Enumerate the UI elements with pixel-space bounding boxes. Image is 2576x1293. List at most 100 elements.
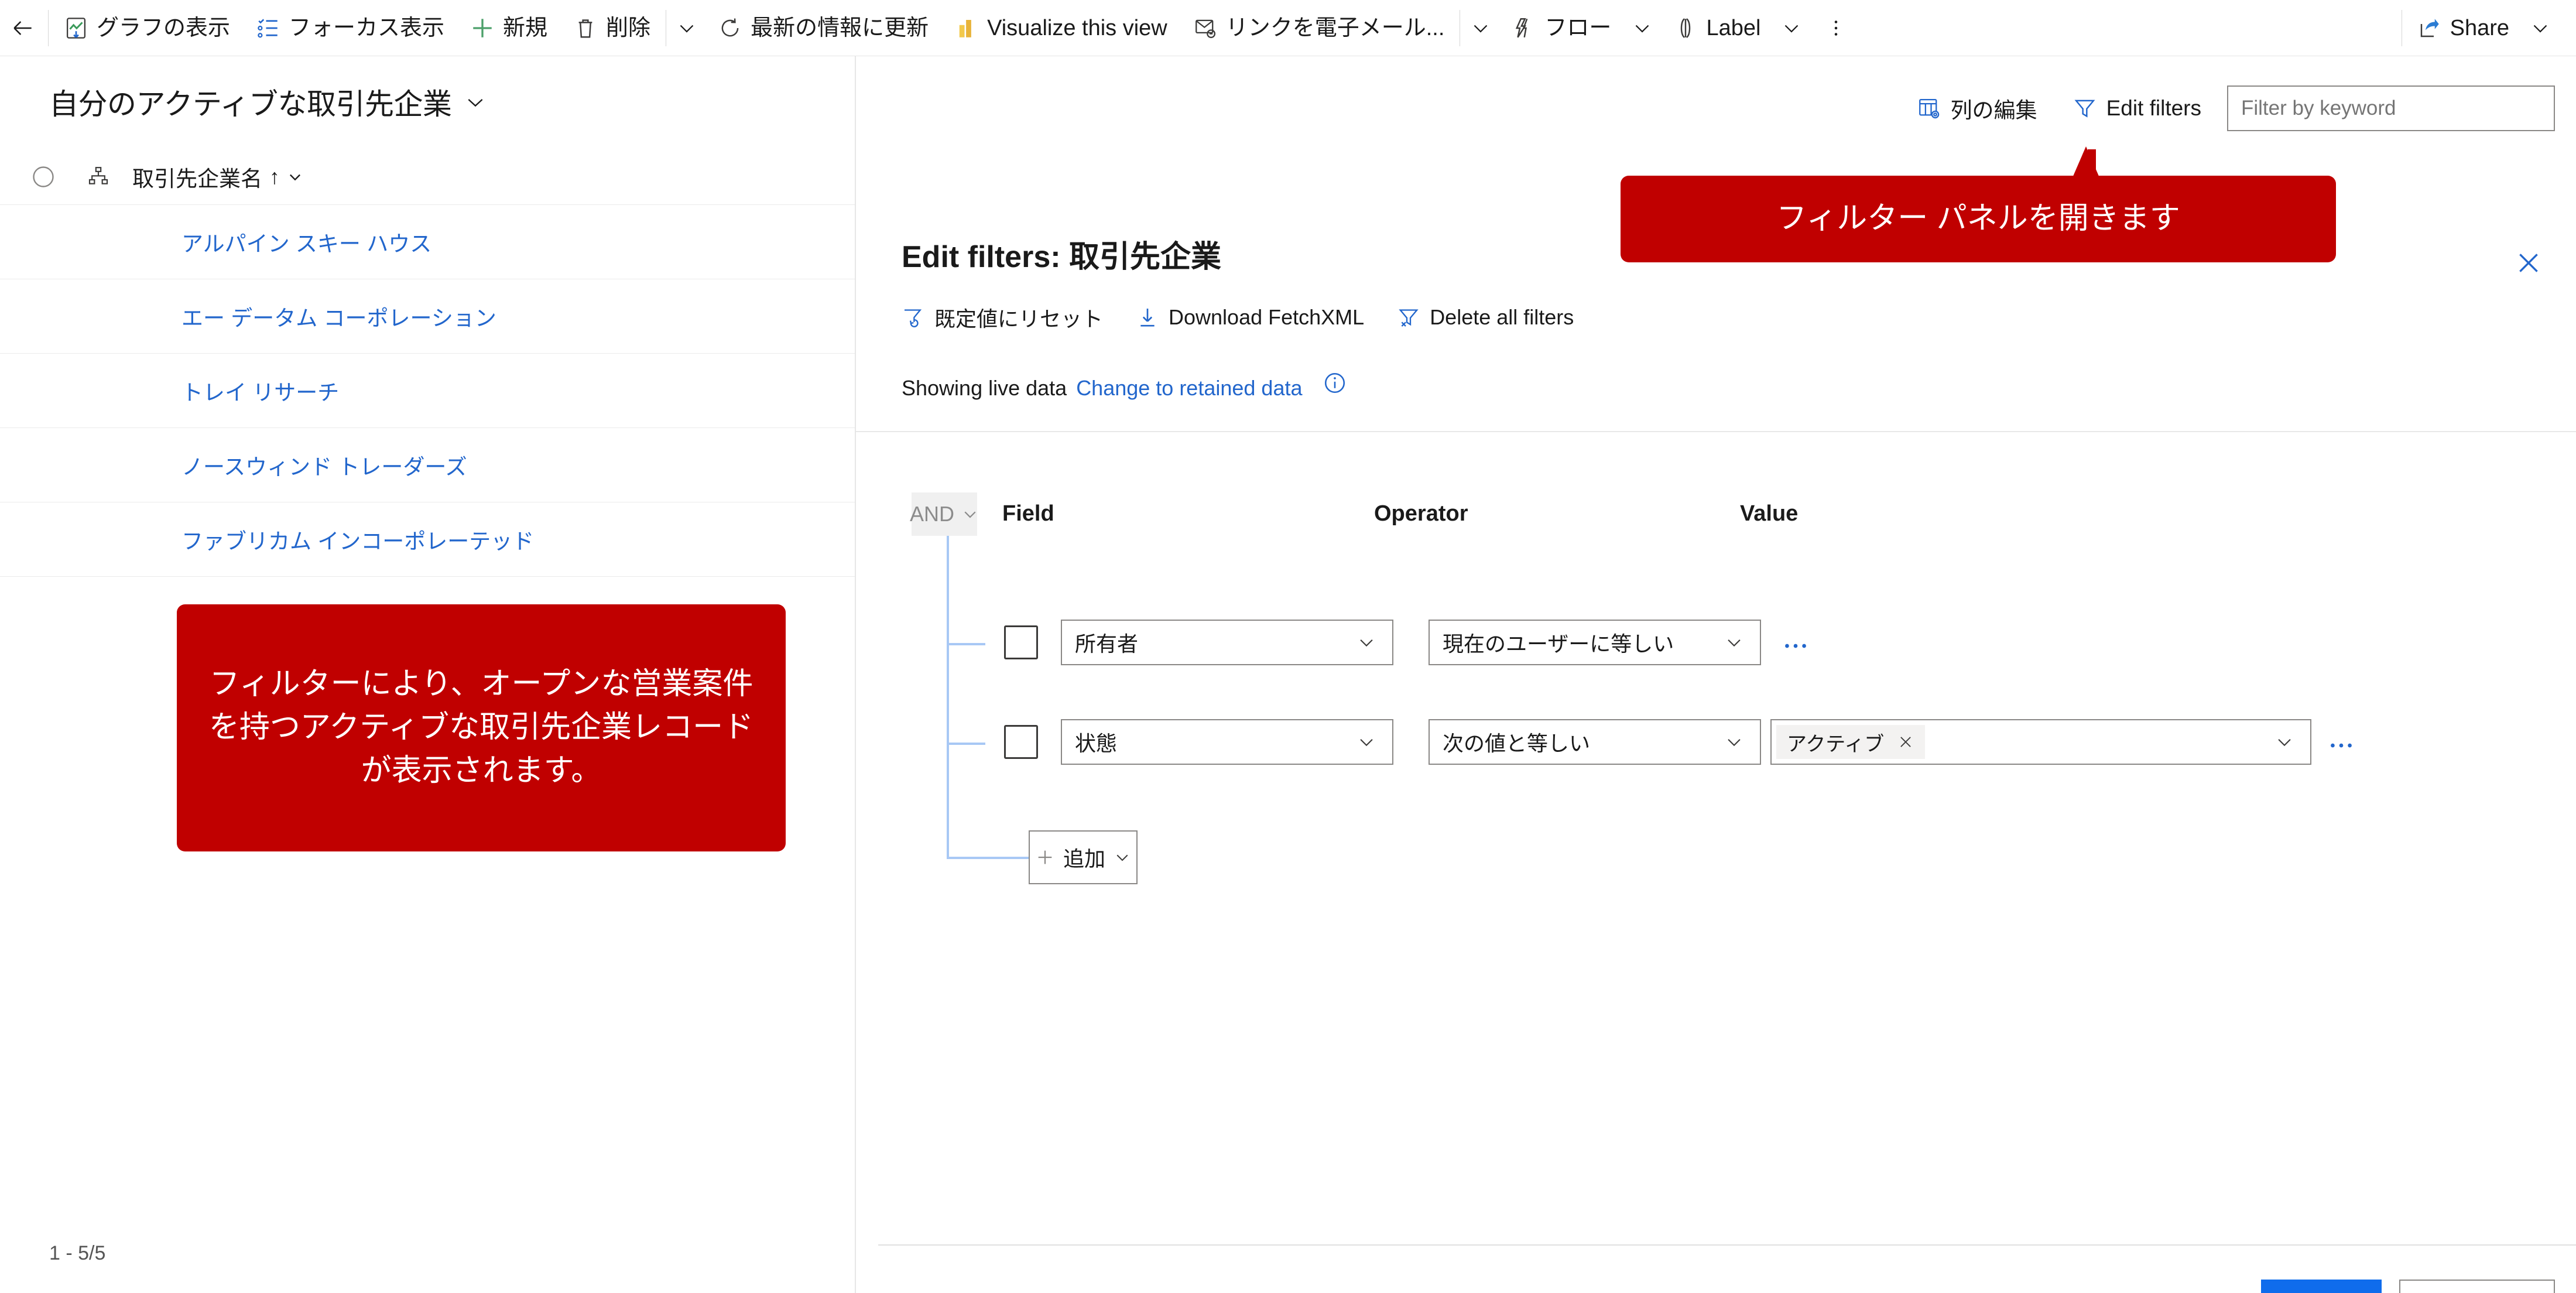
record-link[interactable]: アルパイン スキー ハウス: [181, 226, 431, 258]
add-filter-button[interactable]: 追加: [1029, 830, 1138, 884]
edit-columns-icon-svg: [1919, 98, 1939, 119]
share-icon-svg: [2420, 18, 2439, 37]
grid-header-row: 取引先企業名 ↑: [0, 149, 855, 205]
value-tag[interactable]: アクティブ: [1776, 725, 1926, 759]
table-row[interactable]: トレイ リサーチ: [0, 354, 855, 428]
table-row[interactable]: ファブリカム インコーポレーテッド: [0, 502, 855, 577]
command-refresh[interactable]: 最新の情報に更新: [705, 0, 941, 56]
record-link[interactable]: ノースウィンド トレーダーズ: [181, 449, 467, 481]
focused-view-icon-svg: [258, 18, 278, 37]
chevron-down-icon: [2533, 25, 2547, 33]
command-new[interactable]: 新規: [457, 0, 560, 56]
flow-icon: [1512, 16, 1536, 40]
table-row[interactable]: アルパイン スキー ハウス: [0, 205, 855, 279]
sensitivity-label-icon: [1673, 16, 1698, 40]
command-flow[interactable]: フロー: [1499, 0, 1624, 56]
filter-delete-icon: [1397, 306, 1420, 329]
command-new-label: 新規: [503, 15, 548, 40]
info-icon[interactable]: [1322, 370, 1348, 396]
divider: [856, 431, 2576, 432]
operator-dropdown[interactable]: 次の値と等しい: [1429, 719, 1761, 765]
delete-all-filters-button[interactable]: Delete all filters: [1397, 305, 1589, 330]
reset-to-default-button[interactable]: 既定値にリセット: [902, 302, 1118, 333]
filter-condition-row: 状態 次の値と等しい アクティブ: [856, 712, 2576, 777]
chevron-down-icon: [290, 174, 300, 180]
edit-filters-button[interactable]: Edit filters: [2055, 85, 2219, 131]
label-chevron[interactable]: [1773, 0, 1810, 56]
value-multiselect[interactable]: アクティブ: [1770, 719, 2311, 765]
remove-tag-icon[interactable]: [1897, 733, 1914, 751]
command-focused-view[interactable]: フォーカス表示: [243, 0, 457, 56]
column-header-field: Field: [1002, 501, 1054, 526]
chart-icon-svg: [66, 17, 86, 39]
command-delete[interactable]: 削除: [560, 0, 663, 56]
share-group: Share: [2404, 0, 2576, 56]
column-header-value: Value: [1740, 501, 1799, 526]
cancel-button[interactable]: キャンセル: [2399, 1280, 2555, 1293]
command-show-chart[interactable]: グラフの表示: [51, 0, 243, 56]
command-share[interactable]: Share: [2404, 0, 2522, 56]
table-row[interactable]: エー データム コーポレーション: [0, 279, 855, 354]
chevron-down-icon: [1114, 849, 1131, 866]
flow-chevron[interactable]: [1624, 0, 1660, 56]
email-link-icon: [1193, 16, 1218, 40]
more-commands-button[interactable]: [1810, 0, 1862, 56]
table-row[interactable]: ノースウィンド トレーダーズ: [0, 428, 855, 502]
command-visualize[interactable]: Visualize this view: [941, 0, 1180, 56]
chevron-down-icon: [1636, 25, 1649, 33]
change-to-retained-data-link[interactable]: Change to retained data: [1076, 376, 1302, 401]
powerbi-icon-svg: [959, 19, 971, 37]
command-bar: グラフの表示 フォーカス表示 新規 削除 最新の情報に更新 Visualize …: [0, 0, 2576, 56]
share-chevron[interactable]: [2522, 0, 2558, 56]
command-delete-label: 削除: [606, 15, 651, 40]
command-label[interactable]: Label: [1660, 0, 1773, 56]
download-fetchxml-button[interactable]: Download FetchXML: [1136, 305, 1379, 330]
filter-row-checkbox[interactable]: [1004, 725, 1038, 759]
chart-icon: [64, 16, 88, 40]
info-icon-svg: [1325, 372, 1345, 394]
operator-dropdown[interactable]: 現在のユーザーに等しい: [1429, 620, 1761, 665]
edit-columns-button[interactable]: 列の編集: [1899, 85, 2055, 131]
edit-columns-icon: [1917, 96, 1941, 121]
sensitivity-label-icon-svg: [1681, 18, 1691, 38]
add-filter-label: 追加: [1063, 847, 1105, 871]
plus-icon: [1035, 847, 1055, 867]
more-horizontal-icon: [2331, 743, 2352, 748]
chevron-down-icon: [1720, 732, 1748, 752]
select-all-checkbox[interactable]: [30, 164, 75, 190]
page-title: Edit filters: 取引先企業: [902, 240, 1222, 274]
sort-ascending-icon: ↑: [269, 164, 280, 189]
apply-button[interactable]: 適用: [2261, 1280, 2382, 1293]
row-more-options-button[interactable]: [2321, 725, 2362, 766]
focused-view-icon: [256, 16, 280, 40]
flow-icon-svg: [1516, 18, 1528, 37]
refresh-icon: [718, 16, 742, 40]
command-email-link[interactable]: リンクを電子メール...: [1180, 0, 1458, 56]
download-icon-svg: [1140, 309, 1155, 327]
divider: [878, 1244, 2576, 1246]
column-header-account-name[interactable]: 取引先企業名 ↑: [122, 161, 303, 193]
delete-overflow-chevron[interactable]: [669, 0, 705, 56]
filter-grid-header: Field Operator Value: [856, 501, 2576, 542]
back-button[interactable]: [0, 0, 46, 56]
search-input[interactable]: [2227, 85, 2555, 131]
plus-icon-svg: [473, 18, 492, 37]
filter-delete-icon-svg: [1399, 309, 1419, 327]
row-more-options-button[interactable]: [1775, 625, 1816, 666]
view-selector[interactable]: 自分のアクティブな取引先企業: [0, 56, 855, 123]
operator-dropdown-value: 次の値と等しい: [1443, 731, 1591, 755]
record-link[interactable]: トレイ リサーチ: [181, 375, 339, 406]
record-link[interactable]: ファブリカム インコーポレーテッド: [181, 524, 534, 555]
field-dropdown[interactable]: 所有者: [1061, 620, 1393, 665]
email-overflow-chevron[interactable]: [1462, 0, 1499, 56]
record-link[interactable]: エー データム コーポレーション: [181, 300, 496, 332]
column-menu-chevron-icon: [287, 169, 303, 185]
field-dropdown[interactable]: 状態: [1061, 719, 1393, 765]
command-flow-label: フロー: [1544, 15, 1612, 40]
group-operator-dropdown[interactable]: AND: [910, 492, 977, 536]
close-panel-button[interactable]: [2508, 242, 2549, 283]
filter-row-checkbox[interactable]: [1004, 625, 1038, 659]
download-icon: [1136, 306, 1159, 329]
column-header-label: 取引先企業名: [132, 166, 262, 191]
tree-connector-branch: [947, 857, 1029, 859]
